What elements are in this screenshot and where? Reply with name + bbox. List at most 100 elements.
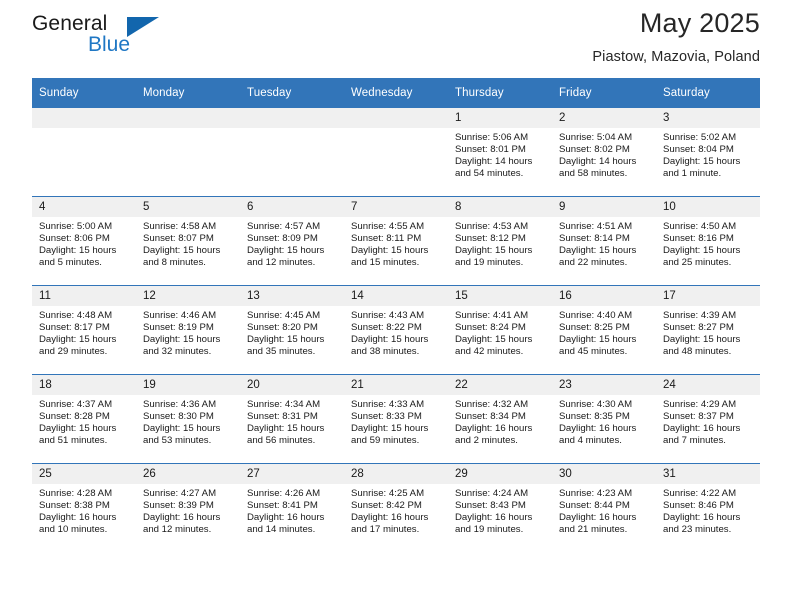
day-details: Sunrise: 4:24 AM Sunset: 8:43 PM Daylight:… (448, 484, 552, 536)
day-number: 18 (32, 375, 136, 395)
calendar-cell-day[interactable]: 6 Sunrise: 4:57 AM Sunset: 8:09 PM Daylight… (240, 196, 344, 286)
day-detail-daylight1: Daylight: 15 hours (663, 245, 741, 257)
weekday-header-tuesday: Tuesday (240, 78, 344, 108)
calendar-cell-day[interactable]: 14 Sunrise: 4:43 AM Sunset: 8:22 PM Dayligh… (344, 285, 448, 375)
calendar-cell-day[interactable]: 23 Sunrise: 4:30 AM Sunset: 8:35 PM Dayligh… (552, 374, 656, 464)
day-detail-daylight1: Daylight: 16 hours (39, 512, 117, 524)
calendar-cell-day[interactable]: 24 Sunrise: 4:29 AM Sunset: 8:37 PM Dayligh… (656, 374, 760, 464)
calendar-cell-day[interactable]: 31 Sunrise: 4:22 AM Sunset: 8:46 PM Dayligh… (656, 463, 760, 552)
calendar-cell-day[interactable]: 22 Sunrise: 4:32 AM Sunset: 8:34 PM Dayligh… (448, 374, 552, 464)
day-detail-daylight2: and 19 minutes. (455, 524, 524, 536)
day-detail-daylight2: and 14 minutes. (247, 524, 316, 536)
calendar-cell-day[interactable]: 4 Sunrise: 5:00 AM Sunset: 8:06 PM Daylight… (32, 196, 136, 286)
day-detail-daylight1: Daylight: 15 hours (351, 423, 429, 435)
calendar-cell-day[interactable]: 27 Sunrise: 4:26 AM Sunset: 8:41 PM Dayligh… (240, 463, 344, 552)
day-detail-daylight1: Daylight: 15 hours (39, 423, 117, 435)
day-detail-sunset: Sunset: 8:06 PM (39, 233, 110, 245)
calendar-week-row: 25 Sunrise: 4:28 AM Sunset: 8:38 PM Dayligh… (32, 463, 760, 552)
calendar-cell-day[interactable]: 17 Sunrise: 4:39 AM Sunset: 8:27 PM Dayligh… (656, 285, 760, 375)
day-detail-daylight1: Daylight: 15 hours (351, 245, 429, 257)
day-number (32, 108, 136, 128)
calendar-cell-day[interactable]: 25 Sunrise: 4:28 AM Sunset: 8:38 PM Dayligh… (32, 463, 136, 552)
day-details: Sunrise: 4:53 AM Sunset: 8:12 PM Daylight:… (448, 217, 552, 269)
calendar-cell-day[interactable]: 28 Sunrise: 4:25 AM Sunset: 8:42 PM Dayligh… (344, 463, 448, 552)
day-details: Sunrise: 4:25 AM Sunset: 8:42 PM Daylight:… (344, 484, 448, 536)
day-details: Sunrise: 4:22 AM Sunset: 8:46 PM Daylight:… (656, 484, 760, 536)
day-detail-daylight1: Daylight: 15 hours (143, 423, 221, 435)
day-detail-daylight2: and 2 minutes. (455, 435, 518, 447)
calendar-cell-day[interactable]: 16 Sunrise: 4:40 AM Sunset: 8:25 PM Dayligh… (552, 285, 656, 375)
day-details: Sunrise: 4:45 AM Sunset: 8:20 PM Daylight:… (240, 306, 344, 358)
day-detail-daylight1: Daylight: 16 hours (663, 423, 741, 435)
day-detail-sunset: Sunset: 8:09 PM (247, 233, 318, 245)
calendar-cell-day[interactable]: 19 Sunrise: 4:36 AM Sunset: 8:30 PM Dayligh… (136, 374, 240, 464)
calendar-cell-day[interactable]: 20 Sunrise: 4:34 AM Sunset: 8:31 PM Dayligh… (240, 374, 344, 464)
day-number: 17 (656, 286, 760, 306)
logo-text-blue: Blue (88, 33, 131, 56)
day-detail-sunrise: Sunrise: 4:55 AM (351, 221, 425, 232)
day-details: Sunrise: 5:04 AM Sunset: 8:02 PM Daylight:… (552, 128, 656, 180)
calendar-cell-day[interactable]: 3 Sunrise: 5:02 AM Sunset: 8:04 PM Daylight… (656, 107, 760, 197)
day-details: Sunrise: 4:57 AM Sunset: 8:09 PM Daylight:… (240, 217, 344, 269)
day-detail-daylight1: Daylight: 16 hours (143, 512, 221, 524)
day-detail-sunset: Sunset: 8:12 PM (455, 233, 526, 245)
day-detail-daylight2: and 51 minutes. (39, 435, 108, 447)
day-detail-sunrise: Sunrise: 4:51 AM (559, 221, 633, 232)
day-detail-sunset: Sunset: 8:34 PM (455, 411, 526, 423)
calendar-cell-empty (344, 107, 448, 197)
calendar-cell-day[interactable]: 2 Sunrise: 5:04 AM Sunset: 8:02 PM Daylight… (552, 107, 656, 197)
calendar-cell-day[interactable]: 13 Sunrise: 4:45 AM Sunset: 8:20 PM Dayligh… (240, 285, 344, 375)
calendar-cell-day[interactable]: 21 Sunrise: 4:33 AM Sunset: 8:33 PM Dayligh… (344, 374, 448, 464)
calendar-cell-day[interactable]: 7 Sunrise: 4:55 AM Sunset: 8:11 PM Daylight… (344, 196, 448, 286)
day-detail-daylight1: Daylight: 15 hours (39, 334, 117, 346)
day-detail-sunrise: Sunrise: 4:26 AM (247, 488, 321, 499)
day-detail-daylight1: Daylight: 15 hours (559, 245, 637, 257)
day-number: 3 (656, 108, 760, 128)
day-number: 6 (240, 197, 344, 217)
day-details: Sunrise: 4:26 AM Sunset: 8:41 PM Daylight:… (240, 484, 344, 536)
calendar-cell-day[interactable]: 12 Sunrise: 4:46 AM Sunset: 8:19 PM Dayligh… (136, 285, 240, 375)
day-detail-daylight1: Daylight: 16 hours (247, 512, 325, 524)
day-details: Sunrise: 4:39 AM Sunset: 8:27 PM Daylight:… (656, 306, 760, 358)
day-number: 12 (136, 286, 240, 306)
calendar-cell-day[interactable]: 10 Sunrise: 4:50 AM Sunset: 8:16 PM Dayligh… (656, 196, 760, 286)
calendar-cell-day[interactable]: 15 Sunrise: 4:41 AM Sunset: 8:24 PM Dayligh… (448, 285, 552, 375)
page-header: General Blue May 2025 Piastow, Mazovia, … (32, 0, 760, 78)
day-details: Sunrise: 4:58 AM Sunset: 8:07 PM Daylight:… (136, 217, 240, 269)
day-detail-sunset: Sunset: 8:20 PM (247, 322, 318, 334)
day-number: 8 (448, 197, 552, 217)
calendar-cell-day[interactable]: 5 Sunrise: 4:58 AM Sunset: 8:07 PM Daylight… (136, 196, 240, 286)
day-detail-sunrise: Sunrise: 4:43 AM (351, 310, 425, 321)
day-detail-sunrise: Sunrise: 4:48 AM (39, 310, 113, 321)
day-detail-sunset: Sunset: 8:44 PM (559, 500, 630, 512)
day-detail-sunset: Sunset: 8:35 PM (559, 411, 630, 423)
calendar-week-row: 11 Sunrise: 4:48 AM Sunset: 8:17 PM Dayligh… (32, 285, 760, 375)
day-detail-sunrise: Sunrise: 4:58 AM (143, 221, 217, 232)
calendar-cell-day[interactable]: 30 Sunrise: 4:23 AM Sunset: 8:44 PM Dayligh… (552, 463, 656, 552)
calendar-cell-day[interactable]: 1 Sunrise: 5:06 AM Sunset: 8:01 PM Daylight… (448, 107, 552, 197)
day-detail-sunset: Sunset: 8:43 PM (455, 500, 526, 512)
day-detail-daylight2: and 38 minutes. (351, 346, 420, 358)
day-detail-sunrise: Sunrise: 4:29 AM (663, 399, 737, 410)
brand-logo[interactable]: General Blue (32, 12, 222, 64)
day-number: 2 (552, 108, 656, 128)
day-detail-daylight2: and 21 minutes. (559, 524, 628, 536)
day-details: Sunrise: 4:50 AM Sunset: 8:16 PM Daylight:… (656, 217, 760, 269)
calendar-cell-day[interactable]: 9 Sunrise: 4:51 AM Sunset: 8:14 PM Daylight… (552, 196, 656, 286)
day-detail-sunrise: Sunrise: 5:04 AM (559, 132, 633, 143)
day-detail-sunrise: Sunrise: 4:22 AM (663, 488, 737, 499)
day-number: 15 (448, 286, 552, 306)
day-detail-sunrise: Sunrise: 5:06 AM (455, 132, 529, 143)
day-details: Sunrise: 4:43 AM Sunset: 8:22 PM Daylight:… (344, 306, 448, 358)
calendar-cell-day[interactable]: 26 Sunrise: 4:27 AM Sunset: 8:39 PM Dayligh… (136, 463, 240, 552)
calendar-cell-day[interactable]: 29 Sunrise: 4:24 AM Sunset: 8:43 PM Dayligh… (448, 463, 552, 552)
day-number: 1 (448, 108, 552, 128)
day-detail-sunset: Sunset: 8:33 PM (351, 411, 422, 423)
day-details: Sunrise: 5:06 AM Sunset: 8:01 PM Daylight:… (448, 128, 552, 180)
day-detail-daylight2: and 23 minutes. (663, 524, 732, 536)
calendar-cell-day[interactable]: 18 Sunrise: 4:37 AM Sunset: 8:28 PM Dayligh… (32, 374, 136, 464)
calendar-cell-day[interactable]: 8 Sunrise: 4:53 AM Sunset: 8:12 PM Daylight… (448, 196, 552, 286)
day-number: 10 (656, 197, 760, 217)
calendar-cell-day[interactable]: 11 Sunrise: 4:48 AM Sunset: 8:17 PM Dayligh… (32, 285, 136, 375)
calendar-week-row: 4 Sunrise: 5:00 AM Sunset: 8:06 PM Daylight… (32, 196, 760, 286)
